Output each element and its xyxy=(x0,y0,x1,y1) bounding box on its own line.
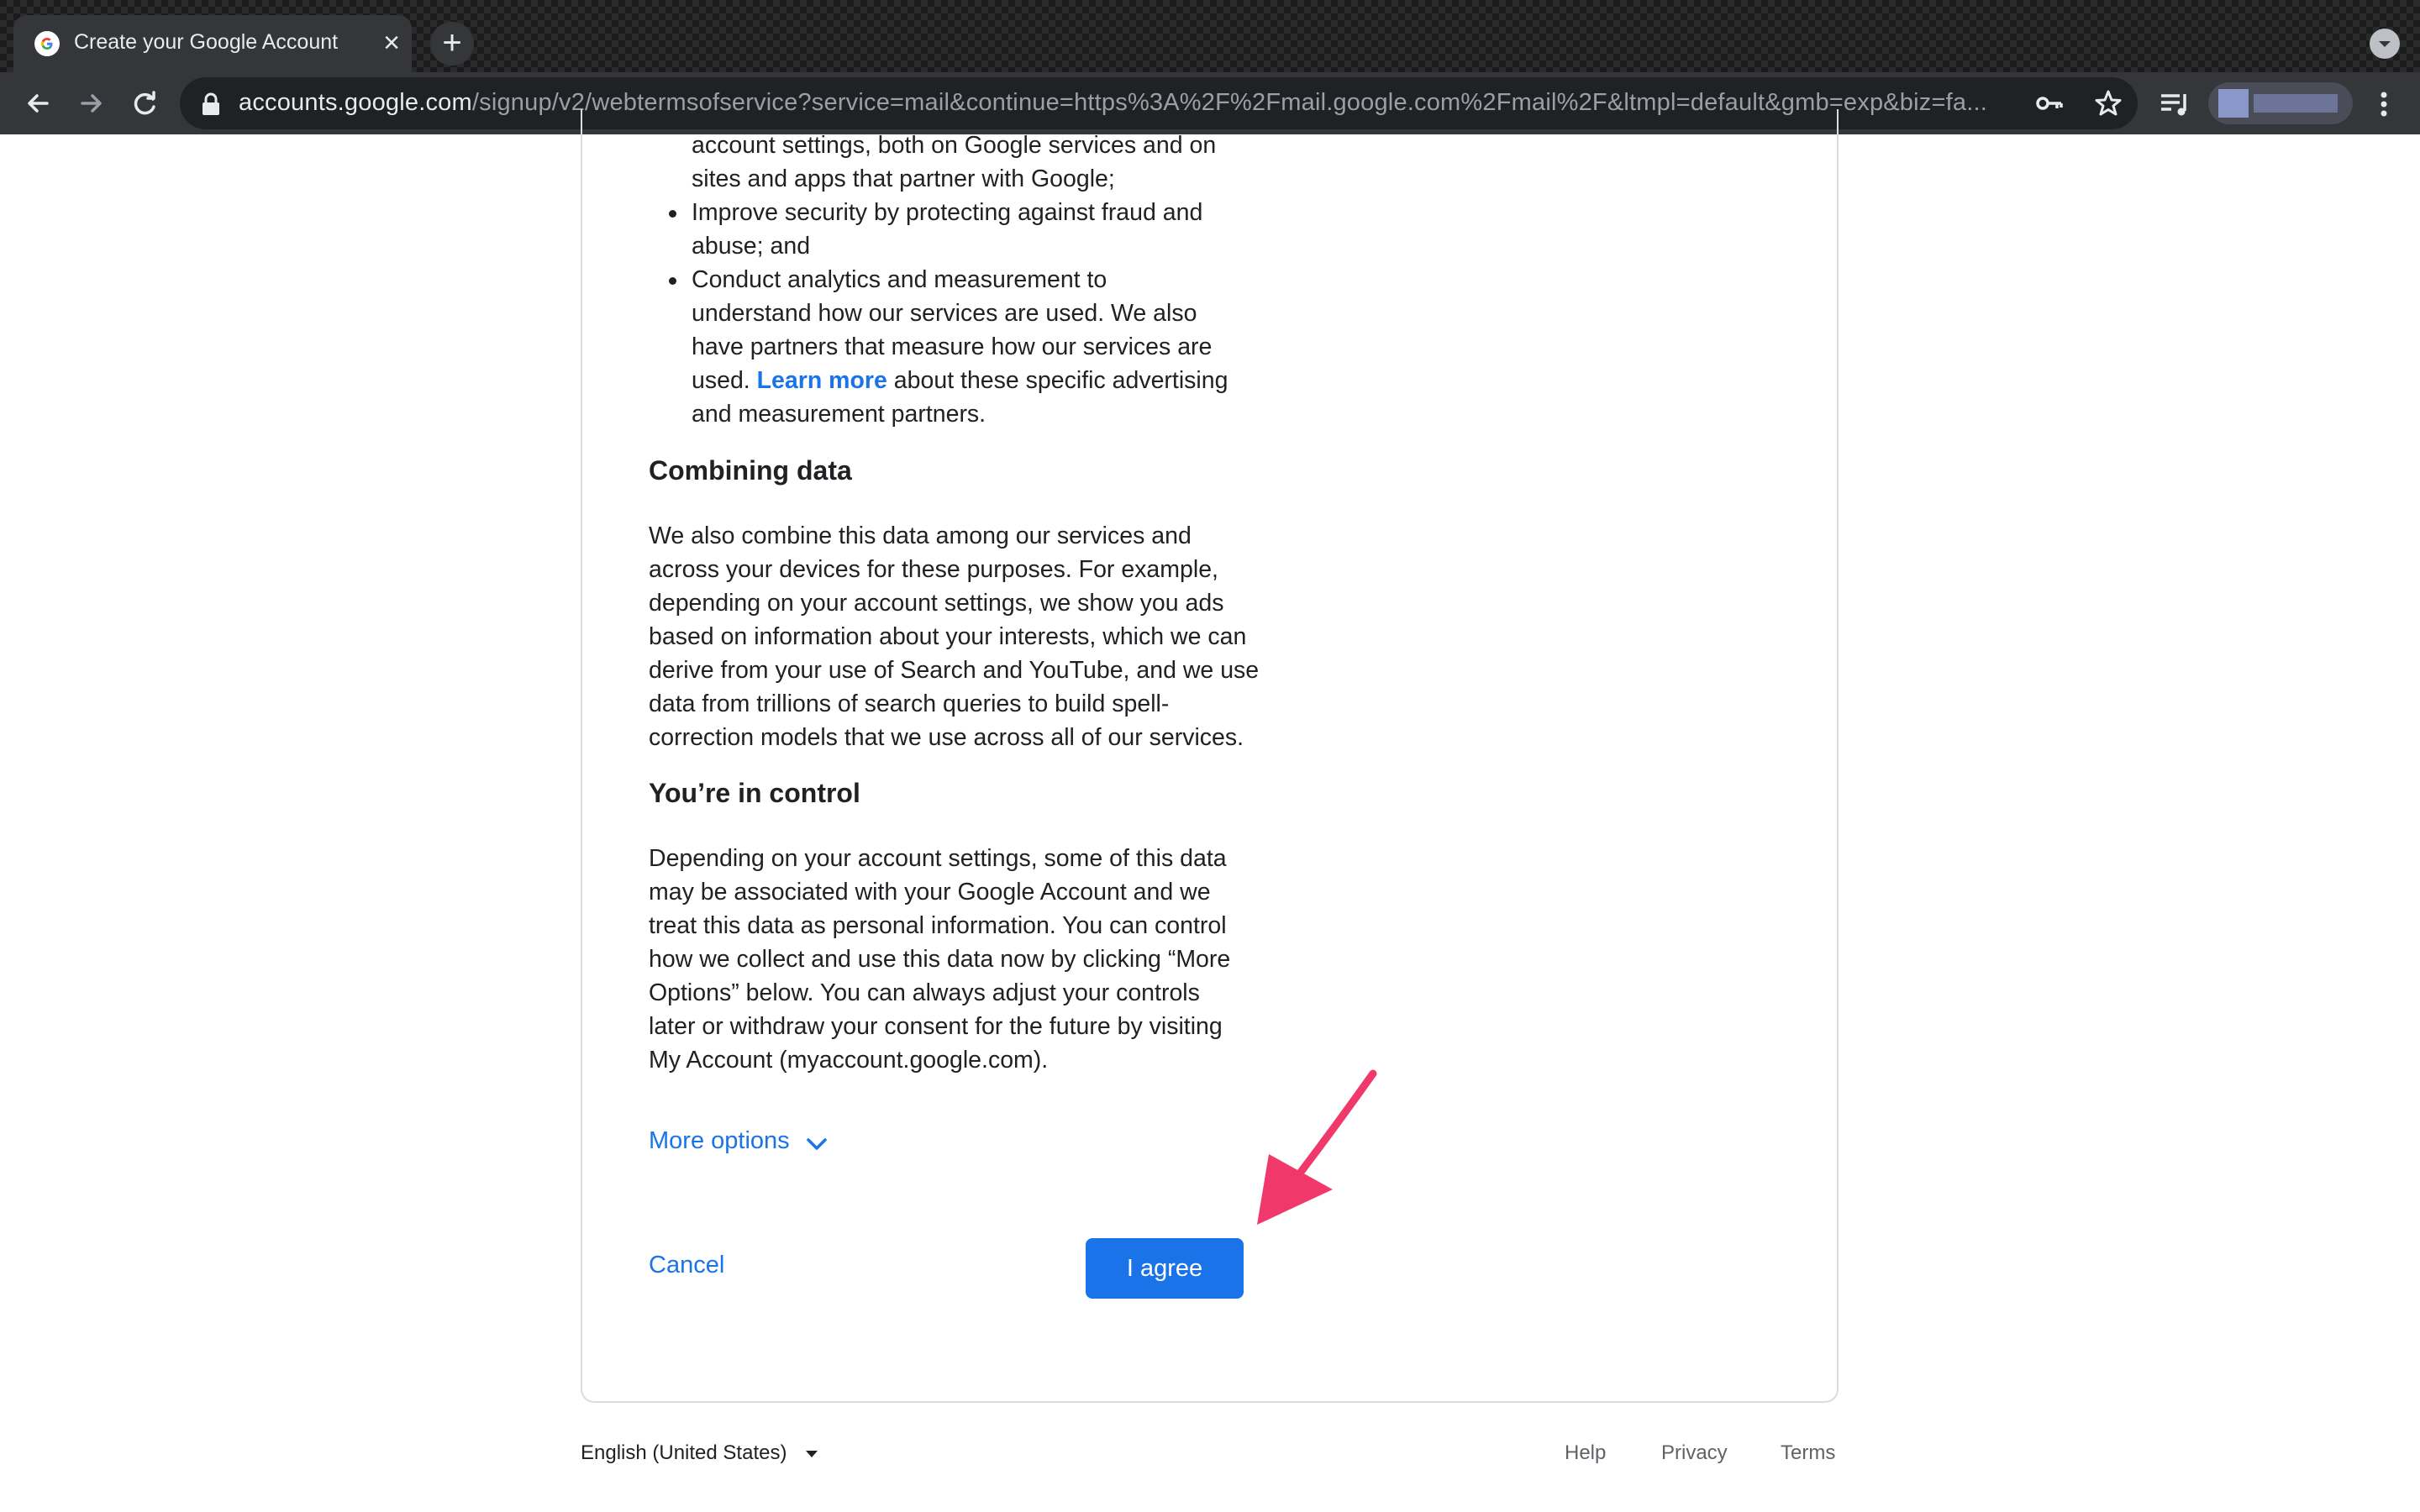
paragraph-line: derive from your use of Search and YouTu… xyxy=(649,657,1260,684)
list-item: Conduct analytics and measurement to und… xyxy=(669,263,1228,431)
learn-more-link[interactable]: Learn more xyxy=(757,367,887,394)
paragraph-line: data from trillions of search queries to… xyxy=(649,690,1170,717)
language-label: English (United States) xyxy=(581,1441,787,1464)
footer-help-link[interactable]: Help xyxy=(1565,1441,1606,1465)
in-control-paragraph: Depending on your account settings, some… xyxy=(649,842,1230,1077)
i-agree-button[interactable]: I agree xyxy=(1086,1238,1244,1299)
forward-arrow-icon[interactable] xyxy=(72,84,111,123)
list-item: account settings, both on Google service… xyxy=(692,129,1228,196)
bookmark-star-icon[interactable] xyxy=(2094,89,2123,118)
bullet-dot xyxy=(669,277,676,285)
language-selector[interactable]: English (United States) xyxy=(581,1441,819,1465)
annotation-arrow-icon xyxy=(1257,1069,1377,1225)
combining-data-paragraph: We also combine this data among our serv… xyxy=(649,519,1259,754)
avatar xyxy=(2218,89,2249,118)
browser-tab[interactable]: Create your Google Account × xyxy=(13,15,412,72)
profile-avatar-button[interactable] xyxy=(2208,82,2353,124)
paragraph-line: how we collect and use this data now by … xyxy=(649,946,1231,973)
paragraph-line: We also combine this data among our serv… xyxy=(649,522,1192,549)
lock-icon[interactable] xyxy=(202,92,220,116)
profile-name-redacted xyxy=(2254,94,2338,113)
cancel-button[interactable]: Cancel xyxy=(649,1252,724,1279)
list-item: Improve security by protecting against f… xyxy=(669,196,1228,263)
text-fragment: used. xyxy=(692,367,757,394)
tab-search-button[interactable] xyxy=(2370,29,2400,59)
tab-close-icon[interactable]: × xyxy=(376,29,407,59)
browser-tab-strip: Create your Google Account × + xyxy=(0,0,2420,72)
list-item-line: used. Learn more about these specific ad… xyxy=(692,364,1228,397)
more-vert-icon[interactable] xyxy=(2373,87,2395,121)
text-fragment: about these specific advertising xyxy=(886,367,1228,394)
purposes-list: account settings, both on Google service… xyxy=(669,129,1228,431)
key-icon[interactable] xyxy=(2035,91,2064,116)
list-item-line: account settings, both on Google service… xyxy=(692,132,1217,159)
list-item-line: Improve security by protecting against f… xyxy=(692,199,1203,226)
google-favicon-icon xyxy=(34,31,60,56)
reload-icon[interactable] xyxy=(126,84,165,123)
list-item-line: understand how our services are used. We… xyxy=(692,300,1197,327)
paragraph-line: correction models that we use across all… xyxy=(649,724,1244,751)
more-options-label: More options xyxy=(649,1127,790,1154)
caret-down-icon xyxy=(806,1450,818,1457)
paragraph-line: depending on your account settings, we s… xyxy=(649,590,1224,617)
back-arrow-icon[interactable] xyxy=(18,84,57,123)
list-item-line: Conduct analytics and measurement to xyxy=(692,266,1107,293)
paragraph-line: Options” below. You can always adjust yo… xyxy=(649,979,1200,1006)
section-heading-combining-data: Combining data xyxy=(649,455,852,486)
chevron-down-icon xyxy=(2379,41,2391,47)
url-host: accounts.google.com xyxy=(239,89,472,116)
paragraph-line: later or withdraw your consent for the f… xyxy=(649,1013,1223,1040)
section-heading-in-control: You’re in control xyxy=(649,778,860,808)
more-options-button[interactable]: More options xyxy=(649,1127,827,1155)
paragraph-line: Depending on your account settings, some… xyxy=(649,845,1227,872)
tab-title: Create your Google Account xyxy=(74,30,339,54)
footer-terms-link[interactable]: Terms xyxy=(1781,1441,1835,1465)
paragraph-line: may be associated with your Google Accou… xyxy=(649,879,1211,906)
footer-privacy-link[interactable]: Privacy xyxy=(1661,1441,1728,1465)
new-tab-button[interactable]: + xyxy=(430,22,474,66)
media-control-icon[interactable] xyxy=(2158,87,2191,121)
list-item-line: sites and apps that partner with Google; xyxy=(692,165,1115,192)
list-item-line: have partners that measure how our servi… xyxy=(692,333,1213,360)
chevron-down-icon xyxy=(807,1138,827,1150)
list-item-line: abuse; and xyxy=(692,233,811,260)
paragraph-line: treat this data as personal information.… xyxy=(649,912,1227,939)
bullet-dot xyxy=(669,210,676,218)
paragraph-line: across your devices for these purposes. … xyxy=(649,556,1218,583)
list-item-line: and measurement partners. xyxy=(692,401,986,428)
paragraph-line: based on information about your interest… xyxy=(649,623,1247,650)
paragraph-line: My Account (myaccount.google.com). xyxy=(649,1047,1049,1074)
